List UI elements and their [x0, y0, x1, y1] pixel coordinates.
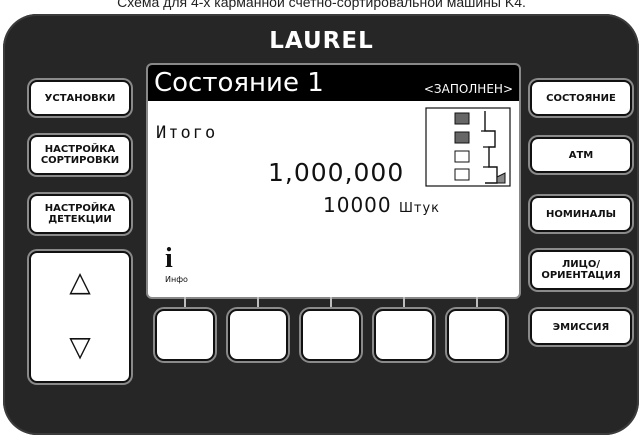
- screen-title-bar: Состояние 1 <ЗАПОЛНЕН>: [148, 65, 519, 101]
- total-label: Итого: [156, 123, 218, 143]
- figure-caption: Схема для 4-х карманной счетно-сортирова…: [117, 0, 526, 10]
- softkey-line: [330, 297, 332, 309]
- atm-button[interactable]: АТМ: [530, 137, 632, 173]
- info-icon[interactable]: i: [165, 243, 173, 275]
- settings-button[interactable]: УСТАНОВКИ: [29, 80, 131, 116]
- softkey-1[interactable]: [155, 309, 215, 361]
- softkey-4[interactable]: [374, 309, 434, 361]
- sort-settings-button[interactable]: НАСТРОЙКА СОРТИРОВКИ: [29, 135, 131, 175]
- info-label: Инфо: [165, 275, 188, 284]
- denominations-button-label: НОМИНАЛЫ: [546, 208, 616, 220]
- pocket-3-indicator: [454, 150, 470, 163]
- triangle-down-icon: ▽: [69, 329, 91, 363]
- emission-button-label: ЭМИССИЯ: [552, 321, 610, 333]
- pocket-1-indicator: [454, 112, 470, 125]
- detection-settings-button-label: НАСТРОЙКА ДЕТЕКЦИИ: [44, 203, 116, 225]
- atm-button-label: АТМ: [568, 149, 594, 161]
- softkey-2[interactable]: [228, 309, 288, 361]
- status-button-label: СОСТОЯНИЕ: [546, 92, 616, 104]
- face-orientation-button[interactable]: ЛИЦО/ ОРИЕНТАЦИЯ: [530, 250, 632, 290]
- sorter-pockets-icon: [425, 107, 511, 187]
- triangle-up-icon: △: [69, 264, 91, 298]
- pocket-2-indicator: [454, 131, 470, 144]
- screen-title: Состояние 1: [154, 68, 324, 98]
- softkey-line: [403, 297, 405, 309]
- brand-logo: LAUREL: [269, 28, 374, 54]
- pocket-4-indicator: [454, 168, 470, 181]
- emission-button[interactable]: ЭМИССИЯ: [530, 309, 632, 345]
- arrow-up-button[interactable]: △: [31, 261, 129, 301]
- softkey-line: [476, 297, 478, 309]
- arrow-down-button[interactable]: ▽: [31, 326, 129, 366]
- note-count: 10000 Штук: [323, 193, 440, 217]
- softkey-3[interactable]: [301, 309, 361, 361]
- status-indicator: <ЗАПОЛНЕН>: [423, 82, 513, 96]
- status-button[interactable]: СОСТОЯНИЕ: [530, 80, 632, 116]
- sort-settings-button-label: НАСТРОЙКА СОРТИРОВКИ: [40, 144, 120, 166]
- face-orientation-button-label: ЛИЦО/ ОРИЕНТАЦИЯ: [541, 259, 621, 281]
- settings-button-label: УСТАНОВКИ: [44, 92, 116, 104]
- softkey-5[interactable]: [447, 309, 507, 361]
- lcd-screen: Состояние 1 <ЗАПОЛНЕН> Итого 1,000,000 1…: [146, 63, 521, 299]
- note-count-value: 10000: [323, 193, 392, 217]
- softkey-line: [184, 297, 186, 309]
- softkey-line: [257, 297, 259, 309]
- arrow-keypad: △ ▽: [29, 251, 131, 383]
- note-count-unit: Штук: [398, 201, 441, 216]
- denominations-button[interactable]: НОМИНАЛЫ: [530, 196, 632, 232]
- detection-settings-button[interactable]: НАСТРОЙКА ДЕТЕКЦИИ: [29, 194, 131, 234]
- total-amount: 1,000,000: [268, 158, 405, 187]
